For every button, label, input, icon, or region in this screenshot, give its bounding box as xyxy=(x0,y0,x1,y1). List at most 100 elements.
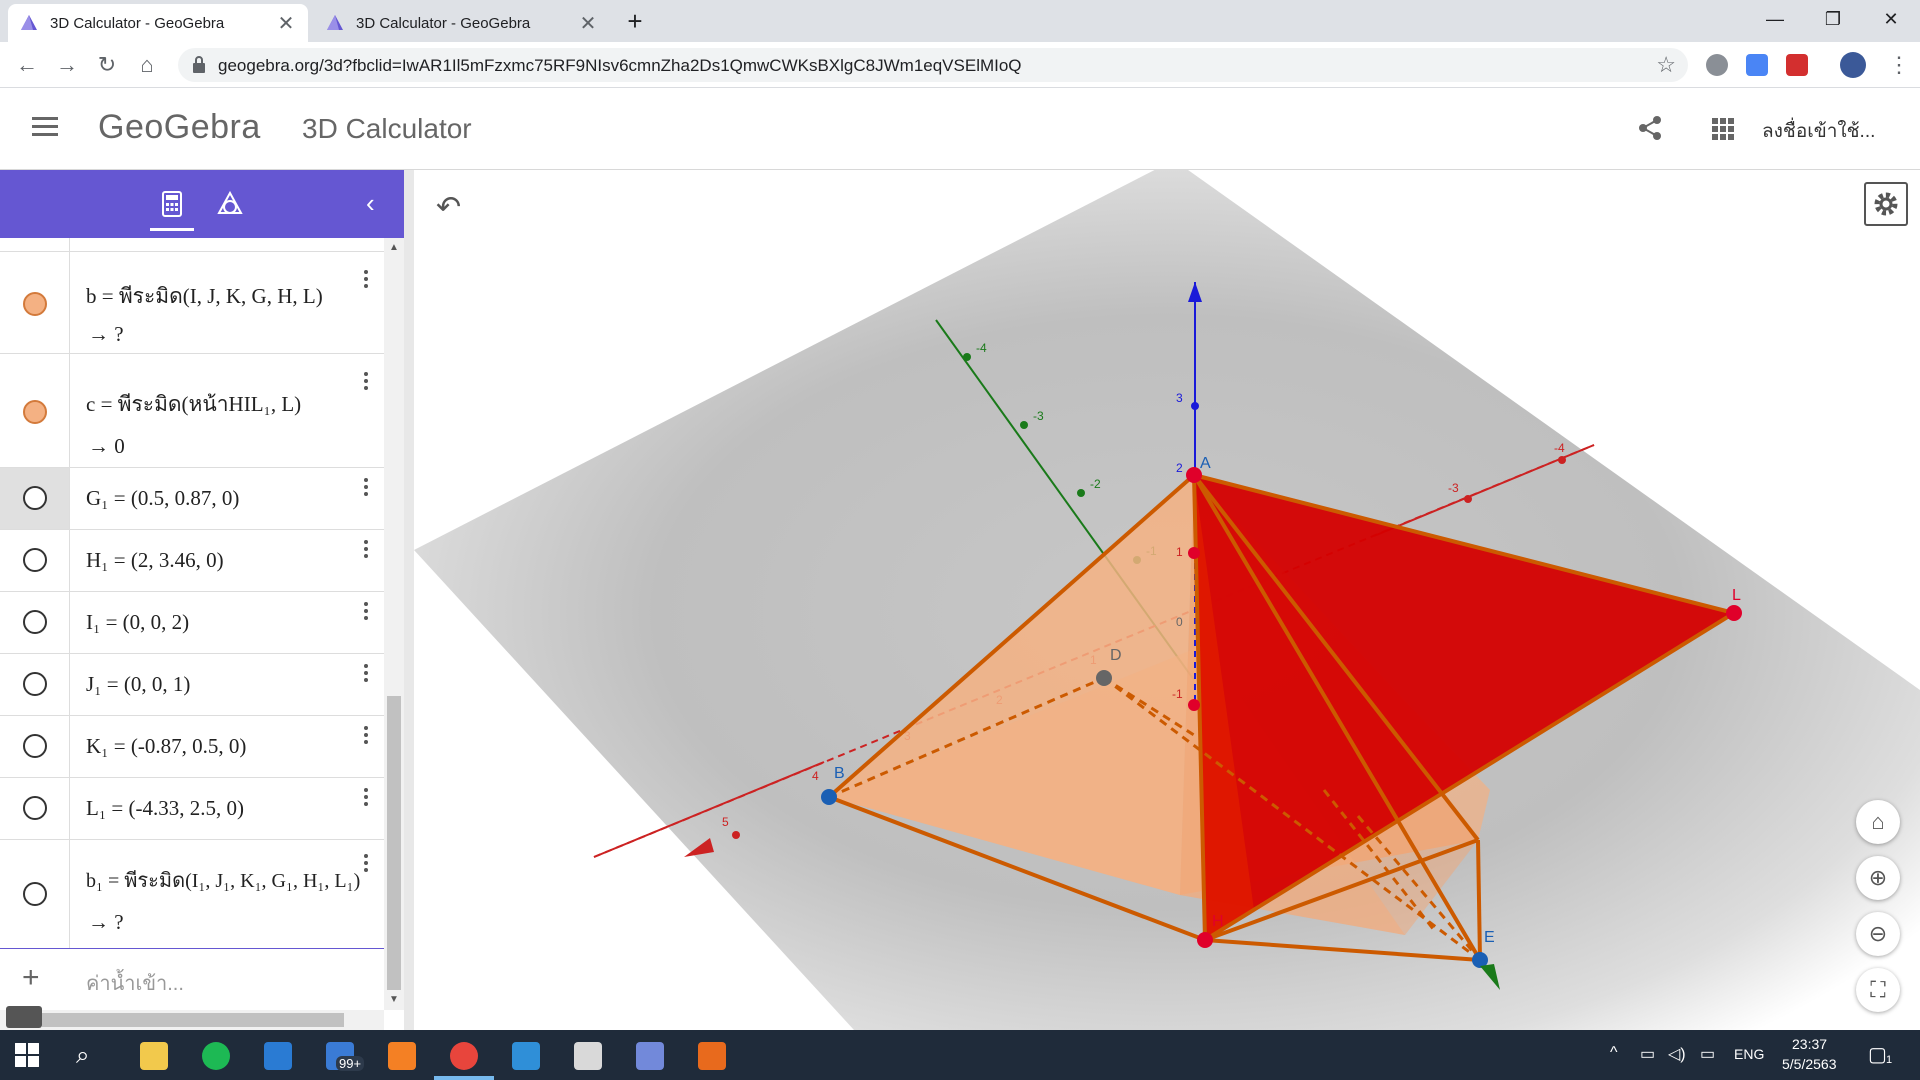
visibility-marker[interactable] xyxy=(23,292,47,316)
close-icon[interactable]: ✕ xyxy=(578,11,598,36)
more-options-icon[interactable] xyxy=(364,540,370,562)
algebra-expression[interactable]: I₁ = (0, 0, 2) xyxy=(86,610,189,635)
windows-start-icon[interactable] xyxy=(14,1042,40,1068)
algebra-row-b1[interactable]: b₁ = พีระมิด(I₁, J₁, K₁, G₁, H₁, L₁) → ? xyxy=(0,840,384,948)
vertical-scrollbar[interactable]: ▲ ▼ xyxy=(384,238,404,1010)
address-bar[interactable]: geogebra.org/3d?fbclid=IwAR1Il5mFzxmc75R… xyxy=(178,48,1688,82)
scroll-down-arrow-icon[interactable]: ▼ xyxy=(389,994,399,1005)
home-button[interactable]: ⌂ xyxy=(132,50,162,80)
hamburger-menu-icon[interactable] xyxy=(32,117,58,137)
clock-time[interactable]: 23:37 xyxy=(1792,1036,1827,1052)
clock-date[interactable]: 5/5/2563 xyxy=(1782,1056,1837,1072)
more-options-icon[interactable] xyxy=(364,854,370,876)
more-options-icon[interactable] xyxy=(364,788,370,810)
volume-icon[interactable]: ◁) xyxy=(1668,1044,1686,1064)
geogebra-logo[interactable]: GeoGebra xyxy=(98,108,261,147)
point-j[interactable] xyxy=(1188,547,1200,559)
panel-splitter[interactable] xyxy=(404,170,414,1030)
horizontal-scrollbar[interactable] xyxy=(0,1010,384,1030)
profile-avatar[interactable] xyxy=(1840,52,1866,78)
pdf-editor-icon[interactable] xyxy=(574,1042,602,1070)
graphics-canvas[interactable]: -4 -3 -2 -1 -4 -3 1 2 3 4 5 3 2 1 xyxy=(414,170,1920,1030)
more-options-icon[interactable] xyxy=(364,270,370,292)
point-h[interactable] xyxy=(1197,932,1213,948)
algebra-input[interactable]: ค่าน้ำเข้า... xyxy=(86,967,184,999)
keyboard-icon[interactable] xyxy=(6,1006,42,1028)
tools-icon[interactable] xyxy=(216,190,244,218)
visibility-toggle[interactable] xyxy=(0,840,70,948)
search-icon[interactable]: ⌕ xyxy=(76,1042,104,1070)
algebra-expression[interactable]: c = พีระมิด(หน้าHIL₁, L) xyxy=(86,388,301,421)
maximize-button[interactable]: ❐ xyxy=(1804,0,1862,38)
reload-button[interactable]: ↻ xyxy=(92,50,122,80)
point-b[interactable] xyxy=(821,789,837,805)
discord-icon[interactable] xyxy=(636,1042,664,1070)
translate-extension-icon[interactable] xyxy=(1746,54,1768,76)
scrollbar-thumb[interactable] xyxy=(387,696,401,990)
browser-tab[interactable]: 3D Calculator - GeoGebra ✕ xyxy=(314,4,610,42)
visibility-marker[interactable] xyxy=(23,548,47,572)
sign-in-button[interactable]: ลงชื่อเข้าใช้... xyxy=(1762,116,1875,146)
home-view-button[interactable]: ⌂ xyxy=(1856,800,1900,844)
visibility-toggle[interactable] xyxy=(0,354,70,467)
back-button[interactable]: ← xyxy=(12,50,42,80)
bookmark-star-icon[interactable]: ☆ xyxy=(1656,52,1676,78)
scrollbar-thumb[interactable] xyxy=(42,1013,344,1027)
algebra-row-g1[interactable]: G₁ = (0.5, 0.87, 0) xyxy=(0,468,384,530)
point-l[interactable] xyxy=(1726,605,1742,621)
chrome-icon[interactable] xyxy=(450,1042,478,1070)
visibility-toggle[interactable] xyxy=(0,716,70,777)
language-indicator[interactable]: ENG xyxy=(1734,1046,1764,1062)
extension-globe-icon[interactable] xyxy=(1706,54,1728,76)
algebra-row-c[interactable]: c = พีระมิด(หน้าHIL₁, L) → 0 xyxy=(0,354,384,468)
window-close-button[interactable]: ✕ xyxy=(1862,0,1920,38)
forward-button[interactable]: → xyxy=(52,50,82,80)
visibility-toggle[interactable] xyxy=(0,778,70,839)
close-icon[interactable]: ✕ xyxy=(276,11,296,36)
photos-icon[interactable] xyxy=(512,1042,540,1070)
fullscreen-button[interactable]: ⛶ xyxy=(1856,968,1900,1012)
visibility-marker[interactable] xyxy=(23,882,47,906)
algebra-row-k1[interactable]: K₁ = (-0.87, 0.5, 0) xyxy=(0,716,384,778)
visibility-marker[interactable] xyxy=(23,610,47,634)
visibility-toggle[interactable] xyxy=(0,252,70,353)
sublime-text-icon[interactable] xyxy=(388,1042,416,1070)
new-tab-button[interactable]: + xyxy=(620,6,650,36)
store-icon[interactable] xyxy=(264,1042,292,1070)
algebra-expression[interactable]: G₁ = (0.5, 0.87, 0) xyxy=(86,486,239,511)
calculator-icon[interactable] xyxy=(158,190,186,218)
visibility-toggle[interactable] xyxy=(0,654,70,715)
visibility-marker[interactable] xyxy=(23,400,47,424)
algebra-row-h1[interactable]: H₁ = (2, 3.46, 0) xyxy=(0,530,384,592)
visibility-marker[interactable] xyxy=(23,486,47,510)
zoom-in-button[interactable]: ⊕ xyxy=(1856,856,1900,900)
more-options-icon[interactable] xyxy=(364,726,370,748)
visibility-marker[interactable] xyxy=(23,734,47,758)
network-icon[interactable]: ▭ xyxy=(1700,1044,1715,1064)
algebra-input-row[interactable]: + ค่าน้ำเข้า... xyxy=(0,948,384,1010)
algebra-expression[interactable]: K₁ = (-0.87, 0.5, 0) xyxy=(86,734,246,759)
graphics-3d-view[interactable]: -4 -3 -2 -1 -4 -3 1 2 3 4 5 3 2 1 xyxy=(414,170,1920,1030)
algebra-expression[interactable]: J₁ = (0, 0, 1) xyxy=(86,672,190,697)
visibility-marker[interactable] xyxy=(23,672,47,696)
apps-grid-icon[interactable] xyxy=(1712,118,1734,140)
visibility-toggle[interactable] xyxy=(0,530,70,591)
algebra-expression[interactable]: L₁ = (-4.33, 2.5, 0) xyxy=(86,796,244,821)
visibility-toggle[interactable] xyxy=(0,468,70,529)
visibility-marker[interactable] xyxy=(23,796,47,820)
undo-icon[interactable]: ↶ xyxy=(436,190,461,225)
more-options-icon[interactable] xyxy=(364,602,370,624)
algebra-row-i1[interactable]: I₁ = (0, 0, 2) xyxy=(0,592,384,654)
scroll-up-arrow-icon[interactable]: ▲ xyxy=(389,242,399,253)
settings-button[interactable] xyxy=(1864,182,1908,226)
tray-chevron-icon[interactable]: ^ xyxy=(1610,1044,1618,1062)
minimize-button[interactable]: — xyxy=(1746,0,1804,38)
more-options-icon[interactable] xyxy=(364,372,370,394)
collapse-panel-button[interactable]: ‹ xyxy=(366,188,375,219)
share-icon[interactable] xyxy=(1636,114,1664,142)
add-icon[interactable]: + xyxy=(22,961,40,995)
file-explorer-icon[interactable] xyxy=(140,1042,168,1070)
more-options-icon[interactable] xyxy=(364,664,370,686)
matlab-icon[interactable] xyxy=(698,1042,726,1070)
algebra-row-l1[interactable]: L₁ = (-4.33, 2.5, 0) xyxy=(0,778,384,840)
